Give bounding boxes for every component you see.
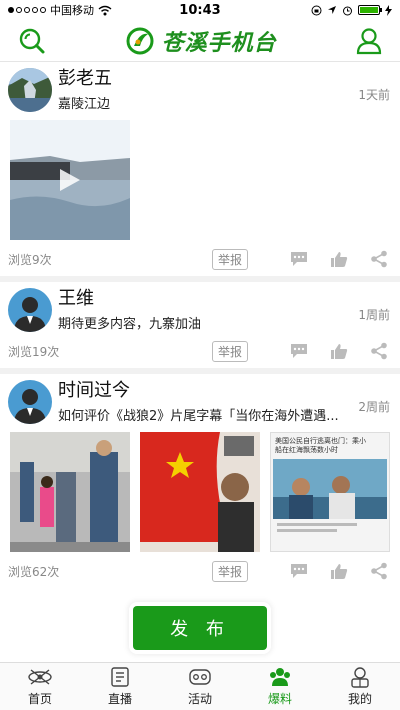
tab-activity[interactable]: 活动 xyxy=(160,663,240,710)
post-card[interactable]: 时间过今 如何评价《战狼2》片尾字幕「当你在海外遭遇... 2周前 美国公民自行… xyxy=(0,374,400,588)
publish-area: 发 布 xyxy=(0,600,400,660)
activity-icon xyxy=(189,669,211,685)
post-image[interactable] xyxy=(140,432,260,552)
post-text: 如何评价《战狼2》片尾字幕「当你在海外遭遇... xyxy=(58,409,339,424)
location-icon xyxy=(328,6,336,14)
like-icon[interactable] xyxy=(328,250,350,268)
post-image[interactable] xyxy=(10,432,130,552)
tab-label: 直播 xyxy=(107,692,132,706)
report-button[interactable]: 举报 xyxy=(211,248,248,270)
tab-live[interactable]: 直播 xyxy=(80,663,160,710)
carrier-label: 中国移动 xyxy=(50,4,94,17)
charging-icon xyxy=(385,4,392,16)
user-icon[interactable] xyxy=(356,27,382,55)
search-icon[interactable] xyxy=(18,27,46,55)
tab-bar: 首页 直播 活动 爆料 我的 xyxy=(0,662,400,710)
tab-label: 首页 xyxy=(27,692,52,706)
profile-icon xyxy=(351,667,369,688)
comment-icon[interactable] xyxy=(288,250,310,268)
publish-button[interactable]: 发 布 xyxy=(133,606,267,650)
view-count: 浏览19次 xyxy=(8,344,60,359)
view-count: 浏览62次 xyxy=(8,564,60,579)
status-left: 中国移动 xyxy=(8,2,112,18)
orientation-lock-icon xyxy=(311,5,322,15)
tab-label: 活动 xyxy=(187,692,212,706)
like-icon[interactable] xyxy=(328,342,350,360)
app-logo: 苍溪手机台 xyxy=(125,25,276,57)
tab-label: 我的 xyxy=(347,692,372,706)
tab-label: 爆料 xyxy=(267,692,292,706)
report-button[interactable]: 举报 xyxy=(211,560,248,582)
tips-icon xyxy=(270,668,290,686)
share-icon[interactable] xyxy=(368,562,390,580)
tab-home[interactable]: 首页 xyxy=(0,663,80,710)
post-time: 1周前 xyxy=(358,308,390,322)
post-text: 嘉陵江边 xyxy=(58,97,111,112)
avatar[interactable] xyxy=(8,288,52,332)
post-time: 1天前 xyxy=(358,88,390,102)
like-icon[interactable] xyxy=(328,562,350,580)
post-card[interactable]: 彭老五 嘉陵江边 1天前 浏览9次 举报 xyxy=(0,62,400,282)
home-icon xyxy=(28,669,52,685)
post-author[interactable]: 彭老五 xyxy=(58,68,390,90)
post-author[interactable]: 王维 xyxy=(58,288,390,310)
comment-icon[interactable] xyxy=(288,342,310,360)
avatar[interactable] xyxy=(8,380,52,424)
post-time: 2周前 xyxy=(358,400,390,414)
news-headline: 美国公民自行逃离也门：乘小 xyxy=(275,437,366,445)
app-title: 苍溪手机台 xyxy=(161,29,277,56)
share-icon[interactable] xyxy=(368,342,390,360)
report-button[interactable]: 举报 xyxy=(211,340,248,362)
comment-icon[interactable] xyxy=(288,562,310,580)
post-card[interactable]: 王维 期待更多内容，九寨加油 1周前 浏览19次 举报 xyxy=(0,282,400,374)
avatar[interactable] xyxy=(8,68,52,112)
logo-emblem-icon xyxy=(126,27,154,54)
status-bar: 中国移动 10:43 xyxy=(0,0,400,20)
nav-bar: 苍溪手机台 xyxy=(0,20,400,62)
wifi-icon xyxy=(98,5,112,15)
news-headline: 船在红海飘荡数小时 xyxy=(275,446,338,454)
status-right xyxy=(311,4,392,16)
post-text: 期待更多内容，九寨加油 xyxy=(58,317,202,332)
alarm-icon xyxy=(343,6,352,15)
tab-tips[interactable]: 爆料 xyxy=(240,663,320,710)
signal-icon xyxy=(8,7,46,13)
status-time: 10:43 xyxy=(179,3,221,18)
post-image[interactable]: 美国公民自行逃离也门：乘小 船在红海飘荡数小时 xyxy=(270,432,390,552)
battery-icon xyxy=(358,5,382,15)
share-icon[interactable] xyxy=(368,250,390,268)
video-thumbnail[interactable] xyxy=(10,120,130,240)
play-icon[interactable] xyxy=(56,167,82,193)
live-icon xyxy=(111,667,129,687)
view-count: 浏览9次 xyxy=(8,252,52,267)
tab-profile[interactable]: 我的 xyxy=(320,663,400,710)
post-author[interactable]: 时间过今 xyxy=(58,380,390,402)
